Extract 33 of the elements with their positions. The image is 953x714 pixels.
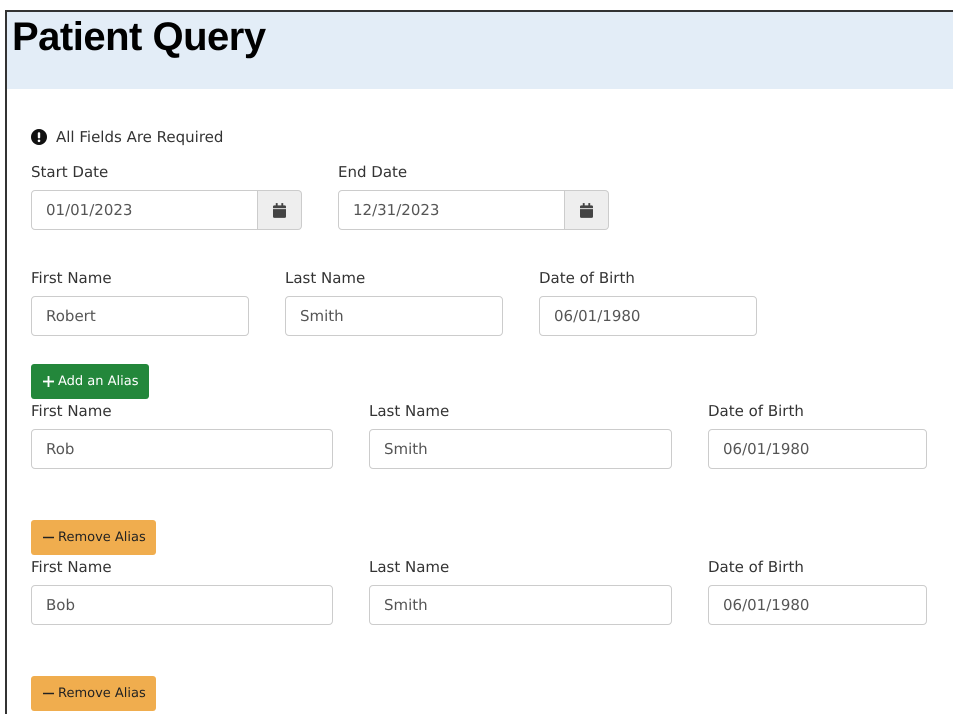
field-label: First Name [31,401,113,421]
input-field[interactable]: 06/01/1980 [708,429,927,469]
input-field[interactable]: Rob [31,429,333,469]
input-field[interactable]: 06/01/1980 [539,296,757,336]
add-alias-button[interactable]: Add an Alias [31,364,148,399]
date-field[interactable]: 12/31/2023 [338,190,565,230]
field-label: Date of Birth [708,401,805,421]
input-field[interactable]: 06/01/1980 [708,585,927,625]
field-label: First Name [31,557,113,577]
remove-alias-button[interactable]: Remove Alias [31,520,156,555]
calendar-icon [273,202,286,218]
calendar-button[interactable] [258,190,302,230]
field-label: Date of Birth [539,268,636,288]
page-title: Patient Query [12,15,267,59]
field-label: First Name [31,268,113,288]
required-notice: All Fields Are Required [56,128,224,146]
field-label: End Date [338,162,408,182]
calendar-button[interactable] [565,190,609,230]
date-field[interactable]: 01/01/2023 [31,190,258,230]
input-field[interactable]: Robert [31,296,249,336]
calendar-icon [580,202,593,218]
input-field[interactable]: Smith [369,429,672,469]
exclamation-icon [31,129,47,145]
plus-icon [43,376,54,387]
field-label: Date of Birth [708,557,805,577]
input-field[interactable]: Smith [285,296,503,336]
field-label: Last Name [369,557,450,577]
field-label: Start Date [31,162,110,182]
field-label: Last Name [285,268,366,288]
remove-alias-button[interactable]: Remove Alias [31,676,156,711]
field-label: Last Name [369,401,450,421]
input-field[interactable]: Bob [31,585,333,625]
input-field[interactable]: Smith [369,585,672,625]
